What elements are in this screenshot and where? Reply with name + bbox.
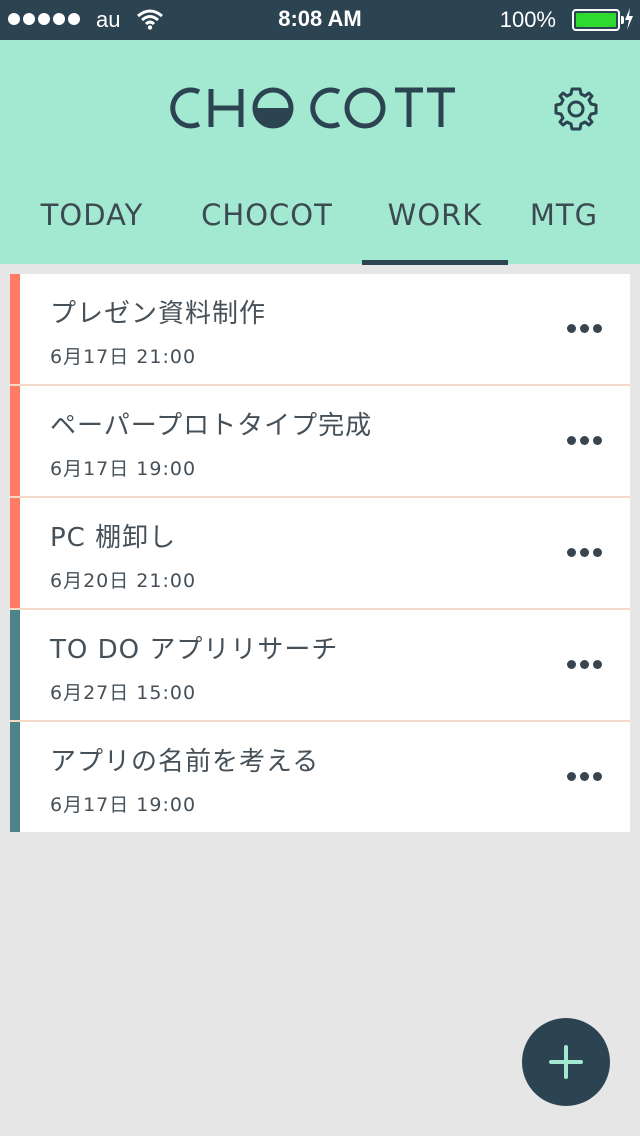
- active-tab-indicator: [362, 260, 508, 265]
- task-item[interactable]: プレゼン資料制作 6月17日 21:00: [10, 274, 630, 386]
- task-priority-bar: [10, 274, 20, 384]
- battery-level-fill: [576, 13, 616, 27]
- more-options-icon[interactable]: [567, 436, 602, 445]
- task-date: 6月17日 19:00: [50, 794, 197, 816]
- task-title: アプリの名前を考える: [50, 747, 320, 777]
- battery-icon: [572, 9, 624, 31]
- task-priority-bar: [10, 610, 20, 720]
- more-options-icon[interactable]: [567, 772, 602, 781]
- task-list: プレゼン資料制作 6月17日 21:00 ペーパープロトタイプ完成 6月17日 …: [10, 274, 630, 832]
- tab-mtg[interactable]: MTG: [520, 190, 608, 264]
- task-item[interactable]: アプリの名前を考える 6月17日 19:00: [10, 722, 630, 832]
- settings-gear-icon[interactable]: [554, 87, 598, 135]
- app-title: [0, 86, 640, 134]
- more-options-icon[interactable]: [567, 324, 602, 333]
- battery-percent: 100%: [499, 7, 556, 32]
- task-priority-bar: [10, 386, 20, 496]
- task-title: TO DO アプリリサーチ: [50, 635, 339, 665]
- task-title: PC 棚卸し: [50, 523, 177, 553]
- status-bar: au 8:08 AM 100%: [0, 0, 640, 40]
- task-title: プレゼン資料制作: [50, 299, 267, 329]
- task-date: 6月17日 21:00: [50, 346, 197, 368]
- add-task-button[interactable]: [522, 1018, 610, 1106]
- category-tabs: TODAY CHOCOT WORK MTG: [0, 190, 640, 265]
- plus-icon: [549, 1045, 583, 1079]
- tab-chocot[interactable]: CHOCOT: [186, 190, 348, 264]
- task-item[interactable]: TO DO アプリリサーチ 6月27日 15:00: [10, 610, 630, 722]
- task-item[interactable]: PC 棚卸し 6月20日 21:00: [10, 498, 630, 610]
- tab-today[interactable]: TODAY: [22, 190, 162, 264]
- tab-work[interactable]: WORK: [362, 190, 508, 264]
- task-priority-bar: [10, 498, 20, 608]
- task-item[interactable]: ペーパープロトタイプ完成 6月17日 19:00: [10, 386, 630, 498]
- more-options-icon[interactable]: [567, 660, 602, 669]
- task-date: 6月20日 21:00: [50, 570, 197, 592]
- task-title: ペーパープロトタイプ完成: [50, 411, 373, 441]
- app-header: TODAY CHOCOT WORK MTG: [0, 40, 640, 265]
- task-date: 6月17日 19:00: [50, 458, 197, 480]
- task-date: 6月27日 15:00: [50, 682, 197, 704]
- charging-bolt-icon: [624, 8, 634, 36]
- more-options-icon[interactable]: [567, 548, 602, 557]
- task-priority-bar: [10, 722, 20, 832]
